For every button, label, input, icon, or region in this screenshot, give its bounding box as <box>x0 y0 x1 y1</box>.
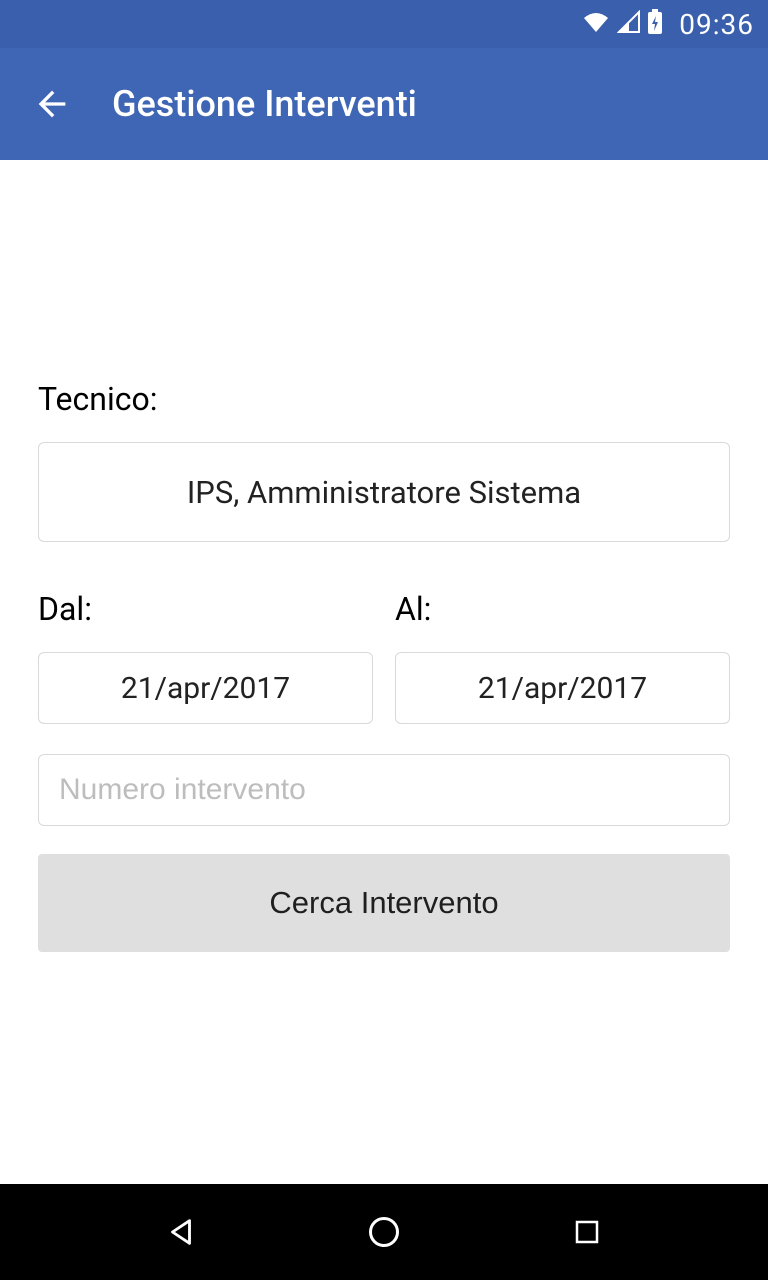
tecnico-value: IPS, Amministratore Sistema <box>187 474 581 511</box>
date-row: Dal: 21/apr/2017 Al: 21/apr/2017 <box>38 590 730 724</box>
tecnico-label: Tecnico: <box>38 380 730 418</box>
main-content: Tecnico: IPS, Amministratore Sistema Dal… <box>0 160 768 952</box>
triangle-back-icon <box>164 1215 198 1249</box>
dal-label: Dal: <box>38 590 373 628</box>
al-label: Al: <box>395 590 730 628</box>
status-icons: 09:36 <box>581 8 754 41</box>
status-time: 09:36 <box>679 8 754 41</box>
status-bar: 09:36 <box>0 0 768 48</box>
nav-home-button[interactable] <box>354 1202 414 1262</box>
nav-back-button[interactable] <box>151 1202 211 1262</box>
numero-intervento-input[interactable] <box>38 754 730 826</box>
arrow-left-icon <box>32 84 72 124</box>
battery-icon <box>647 9 663 39</box>
square-recent-icon <box>572 1217 602 1247</box>
dal-date-picker[interactable]: 21/apr/2017 <box>38 652 373 724</box>
page-title: Gestione Interventi <box>112 83 417 125</box>
tecnico-select[interactable]: IPS, Amministratore Sistema <box>38 442 730 542</box>
dal-column: Dal: 21/apr/2017 <box>38 590 373 724</box>
al-column: Al: 21/apr/2017 <box>395 590 730 724</box>
cerca-intervento-button[interactable]: Cerca Intervento <box>38 854 730 952</box>
back-button[interactable] <box>28 80 76 128</box>
nav-recent-button[interactable] <box>557 1202 617 1262</box>
dal-value: 21/apr/2017 <box>121 671 290 706</box>
al-value: 21/apr/2017 <box>478 671 647 706</box>
al-date-picker[interactable]: 21/apr/2017 <box>395 652 730 724</box>
wifi-icon <box>581 10 611 38</box>
circle-home-icon <box>366 1214 402 1250</box>
cellular-icon <box>617 10 641 38</box>
android-nav-bar <box>0 1184 768 1280</box>
app-bar: Gestione Interventi <box>0 48 768 160</box>
